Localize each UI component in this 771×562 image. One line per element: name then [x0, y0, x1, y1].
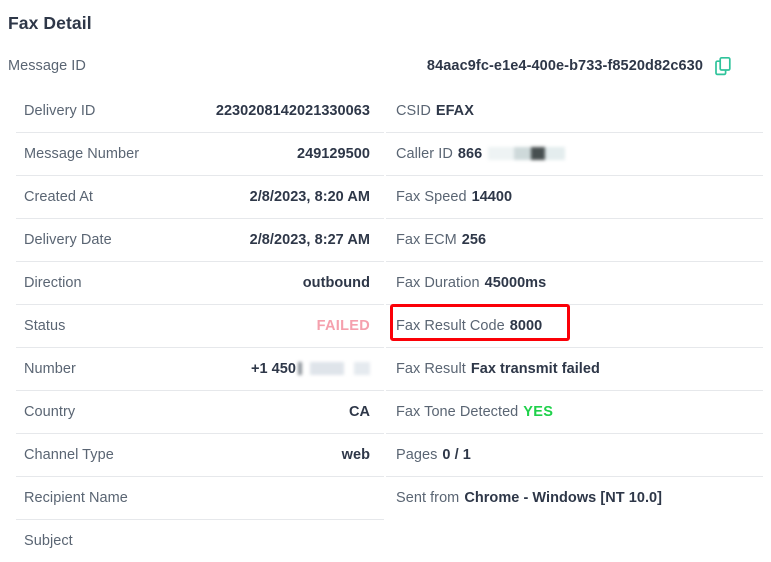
copy-icon[interactable]: [712, 55, 734, 77]
sent-from-label: Sent from: [396, 489, 460, 506]
caller-id-redaction: [488, 147, 566, 160]
fax-result-code-value: 8000: [509, 317, 543, 334]
table-row: Message Number 249129500 Caller ID 866: [0, 132, 771, 175]
fax-speed-cell: Fax Speed 14400: [386, 175, 771, 218]
csid-label: CSID: [396, 102, 431, 119]
fax-detail-page: Fax Detail Message ID 84aac9fc-e1e4-400e…: [0, 0, 771, 561]
message-number-label: Message Number: [24, 145, 140, 162]
fax-duration-cell: Fax Duration 45000ms: [386, 261, 771, 304]
delivery-date-label: Delivery Date: [24, 231, 112, 248]
pages-label: Pages: [396, 446, 438, 463]
channel-type-label: Channel Type: [24, 446, 114, 463]
table-row: Status FAILED Fax Result Code 8000: [0, 304, 771, 347]
fax-tone-detected-label: Fax Tone Detected: [396, 403, 519, 420]
fax-tone-detected-cell: Fax Tone Detected YES: [386, 390, 771, 433]
delivery-date-value: 2/8/2023, 8:27 AM: [249, 231, 370, 248]
delivery-date-cell: Delivery Date 2/8/2023, 8:27 AM: [0, 218, 386, 261]
message-number-value: 249129500: [296, 145, 370, 162]
fax-result-cell: Fax Result Fax transmit failed: [386, 347, 771, 390]
table-row: Created At 2/8/2023, 8:20 AM Fax Speed 1…: [0, 175, 771, 218]
fax-tone-detected-value: YES: [523, 403, 554, 420]
delivery-id-label: Delivery ID: [24, 102, 96, 119]
number-cell: Number +1 450: [0, 347, 386, 390]
direction-value: outbound: [302, 274, 370, 291]
fax-result-value: Fax transmit failed: [470, 360, 600, 377]
caller-id-value: 866: [457, 145, 483, 162]
message-id-value-wrap: 84aac9fc-e1e4-400e-b733-f8520d82c630: [427, 55, 763, 77]
channel-type-value: web: [341, 446, 370, 463]
fax-speed-value: 14400: [471, 188, 513, 205]
country-label: Country: [24, 403, 76, 420]
table-row: Number +1 450 Fax Result Fax transmit fa…: [0, 347, 771, 390]
message-number-cell: Message Number 249129500: [0, 132, 386, 175]
fax-ecm-cell: Fax ECM 256: [386, 218, 771, 261]
table-row: Direction outbound Fax Duration 45000ms: [0, 261, 771, 304]
table-row: Country CA Fax Tone Detected YES: [0, 390, 771, 433]
number-redaction: [298, 362, 370, 375]
page-title: Fax Detail: [8, 13, 92, 33]
fax-ecm-label: Fax ECM: [396, 231, 457, 248]
table-row: Message ID 84aac9fc-e1e4-400e-b733-f8520…: [0, 43, 771, 89]
fax-duration-label: Fax Duration: [396, 274, 480, 291]
subject-cell: Subject: [0, 519, 386, 562]
fax-speed-label: Fax Speed: [396, 188, 467, 205]
country-cell: Country CA: [0, 390, 386, 433]
fax-result-code-cell: Fax Result Code 8000: [386, 304, 771, 347]
subject-label: Subject: [24, 532, 73, 549]
table-row: Delivery ID 2230208142021330063 CSID EFA…: [0, 89, 771, 132]
number-label: Number: [24, 360, 76, 377]
sent-from-value: Chrome - Windows [NT 10.0]: [464, 489, 663, 506]
empty-cell: [386, 519, 771, 562]
pages-value: 0 / 1: [442, 446, 471, 463]
number-value: +1 450: [250, 360, 296, 377]
created-at-value: 2/8/2023, 8:20 AM: [249, 188, 370, 205]
direction-label: Direction: [24, 274, 82, 291]
recipient-name-cell: Recipient Name: [0, 476, 386, 519]
delivery-id-value: 2230208142021330063: [215, 102, 370, 119]
caller-id-cell: Caller ID 866: [386, 132, 771, 175]
created-at-label: Created At: [24, 188, 94, 205]
table-row: Subject: [0, 519, 771, 562]
message-id-value: 84aac9fc-e1e4-400e-b733-f8520d82c630: [426, 58, 703, 74]
fax-ecm-value: 256: [461, 231, 487, 248]
direction-cell: Direction outbound: [0, 261, 386, 304]
fax-result-code-label: Fax Result Code: [396, 317, 505, 334]
created-at-cell: Created At 2/8/2023, 8:20 AM: [0, 175, 386, 218]
table-row: Delivery Date 2/8/2023, 8:27 AM Fax ECM …: [0, 218, 771, 261]
status-cell: Status FAILED: [0, 304, 386, 347]
fax-duration-value: 45000ms: [484, 274, 547, 291]
fax-result-label: Fax Result: [396, 360, 466, 377]
fax-detail-grid: Message ID 84aac9fc-e1e4-400e-b733-f8520…: [0, 43, 771, 562]
message-id-cell: Message ID 84aac9fc-e1e4-400e-b733-f8520…: [0, 43, 771, 89]
table-row: Channel Type web Pages 0 / 1: [0, 433, 771, 476]
status-label: Status: [24, 317, 66, 334]
sent-from-cell: Sent from Chrome - Windows [NT 10.0]: [386, 476, 771, 519]
channel-type-cell: Channel Type web: [0, 433, 386, 476]
table-row: Recipient Name Sent from Chrome - Window…: [0, 476, 771, 519]
recipient-name-label: Recipient Name: [24, 489, 128, 506]
status-badge: FAILED: [316, 317, 370, 334]
csid-value: EFAX: [435, 102, 474, 119]
message-id-label: Message ID: [8, 58, 86, 74]
delivery-id-cell: Delivery ID 2230208142021330063: [0, 89, 386, 132]
caller-id-label: Caller ID: [396, 145, 453, 162]
csid-cell: CSID EFAX: [386, 89, 771, 132]
pages-cell: Pages 0 / 1: [386, 433, 771, 476]
country-value: CA: [348, 403, 370, 420]
